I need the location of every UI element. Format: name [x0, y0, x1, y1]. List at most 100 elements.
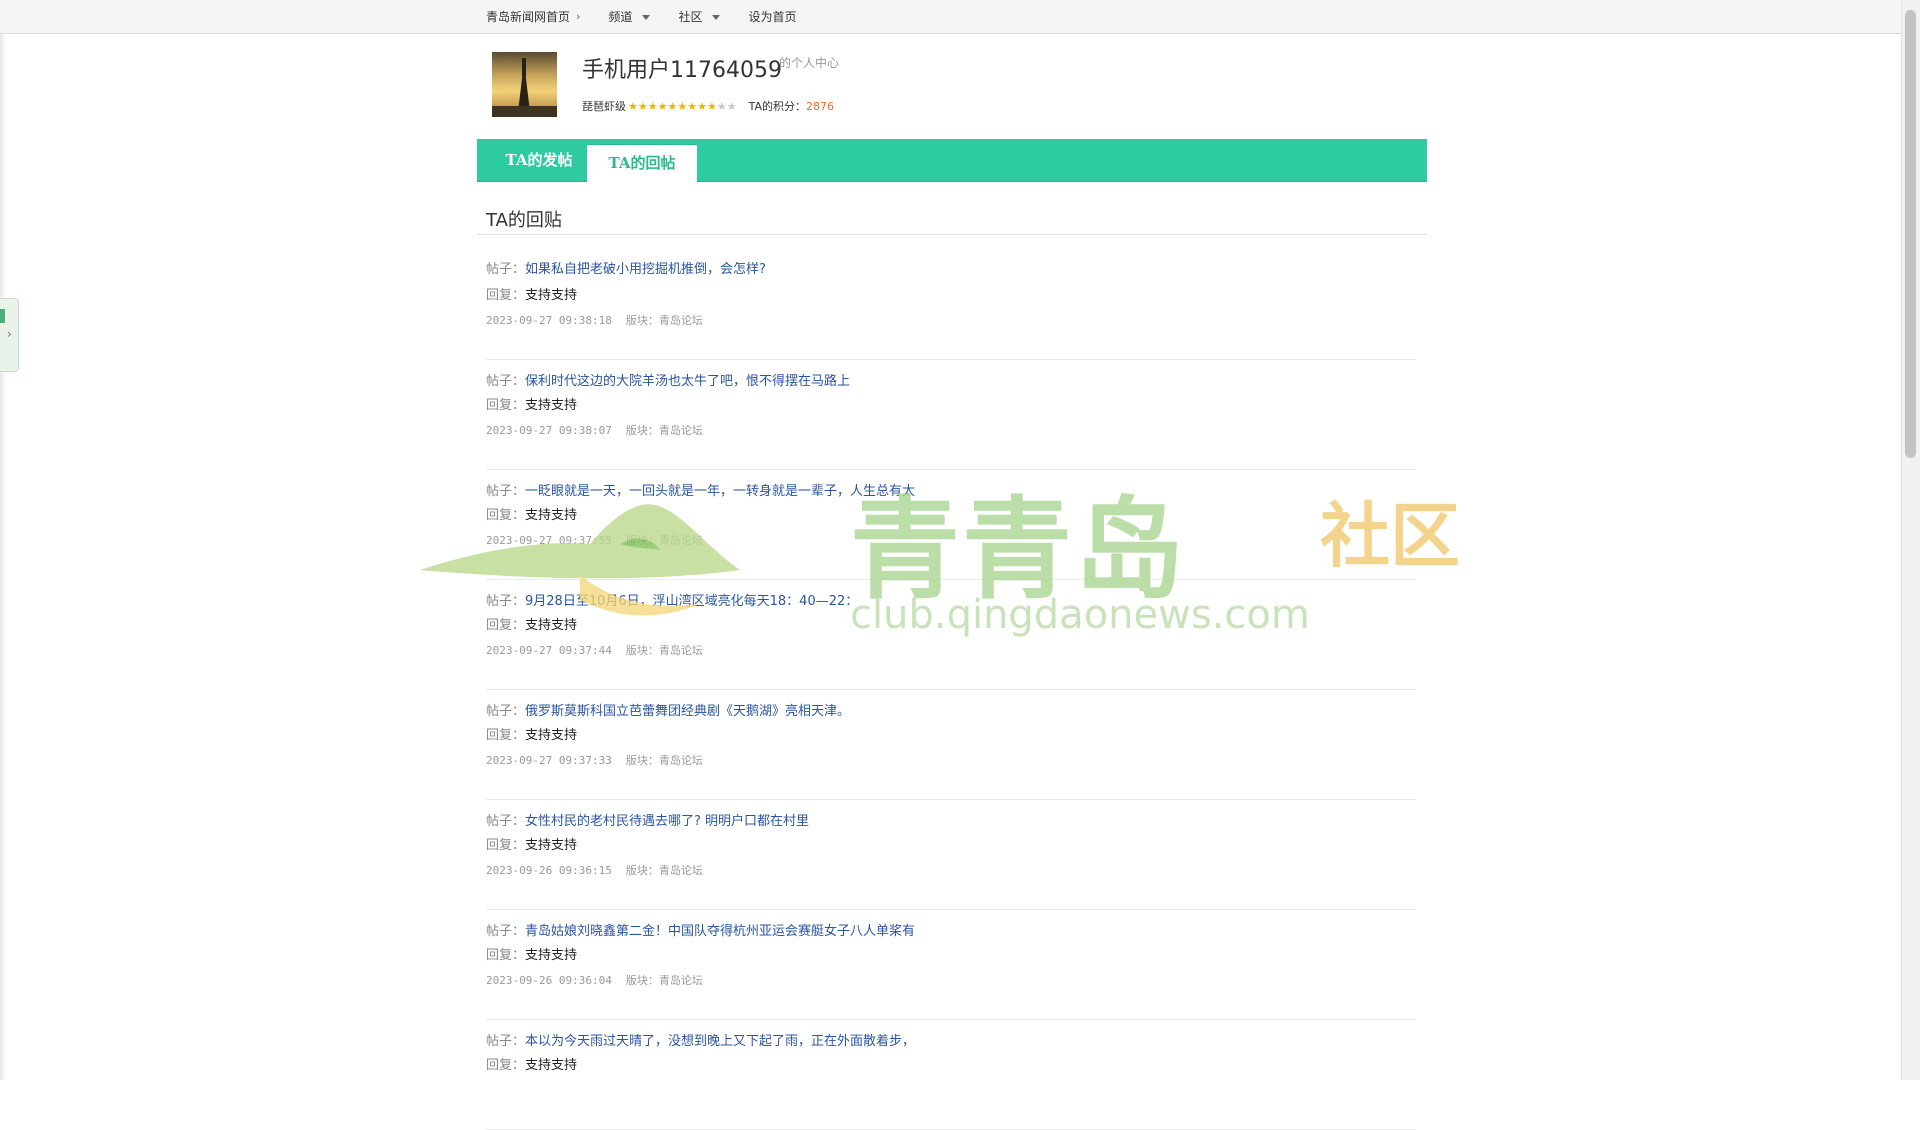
- board-label: 版块：: [625, 314, 659, 327]
- section-title: TA的回贴: [486, 210, 562, 231]
- post-title-link[interactable]: 青岛姑娘刘晓鑫第二金！中国队夺得杭州亚运会赛艇女子八人单桨有: [525, 924, 915, 939]
- board-name[interactable]: 青岛论坛: [659, 974, 703, 987]
- star-icon: ★: [657, 99, 668, 113]
- caret-down-icon: [712, 15, 721, 20]
- board-name[interactable]: 青岛论坛: [659, 424, 703, 437]
- board-label: 版块：: [625, 424, 659, 437]
- reply-line: 回复：支持支持: [486, 944, 577, 963]
- post-label: 帖子：: [486, 704, 526, 719]
- post-line: 帖子：保利时代这边的大院羊汤也太牛了吧，恨不得摆在马路上: [486, 370, 850, 389]
- side-handle-marker: [0, 309, 5, 323]
- level-row: 琵琶虾级 ★ ★ ★ ★ ★ ★ ★ ★ ★ ★ ★ TA的积分： 2876: [582, 98, 834, 114]
- nav-home-link[interactable]: 青岛新闻网首页 ›: [486, 8, 580, 25]
- star-icon: ★: [677, 99, 688, 113]
- star-icon: ★: [716, 99, 727, 113]
- side-panel-toggle[interactable]: ›: [0, 298, 19, 372]
- reply-line: 回复：支持支持: [486, 504, 577, 523]
- reply-item: 帖子：9月28日至10月6日，浮山湾区域亮化每天18：40—22： 回复：支持支持…: [486, 580, 1416, 690]
- reply-line: 回复：支持支持: [486, 284, 577, 303]
- board-name[interactable]: 青岛论坛: [659, 644, 703, 657]
- reply-text: 支持支持: [525, 838, 578, 853]
- post-title-link[interactable]: 一眨眼就是一天，一回头就是一年，一转身就是一辈子，人生总有太: [525, 484, 915, 499]
- post-line: 帖子：如果私自把老破小用挖掘机推倒，会怎样?: [486, 258, 766, 277]
- star-icon: ★: [687, 99, 698, 113]
- post-line: 帖子：俄罗斯莫斯科国立芭蕾舞团经典剧《天鹅湖》亮相天津。: [486, 700, 850, 719]
- avatar[interactable]: [492, 52, 557, 117]
- post-line: 帖子：女性村民的老村民待遇去哪了? 明明户口都在村里: [486, 810, 809, 829]
- reply-text: 支持支持: [525, 1058, 578, 1073]
- tab-bar: TA的发帖 TA的回帖: [477, 139, 1427, 183]
- star-icon: ★: [707, 99, 717, 113]
- reply-item: 帖子：女性村民的老村民待遇去哪了? 明明户口都在村里 回复：支持支持 2023-09…: [486, 800, 1416, 910]
- post-title-link[interactable]: 9月28日至10月6日，浮山湾区域亮化每天18：40—22：: [525, 594, 858, 609]
- meta-line: 2023-09-27 09:37:33 版块：青岛论坛: [486, 752, 703, 768]
- star-icon: ★: [647, 99, 658, 113]
- nav-community-label: 社区: [678, 10, 703, 24]
- post-title-link[interactable]: 如果私自把老破小用挖掘机推倒，会怎样?: [525, 262, 766, 277]
- reply-text: 支持支持: [525, 728, 578, 743]
- tab-posts[interactable]: TA的发帖: [487, 139, 591, 181]
- meta-line: 2023-09-27 09:37:55 版块：青岛论坛: [486, 532, 703, 548]
- reply-item: 帖子：青岛姑娘刘晓鑫第二金！中国队夺得杭州亚运会赛艇女子八人单桨有 回复：支持支持…: [486, 910, 1416, 1020]
- nav-community-dropdown[interactable]: 社区: [678, 8, 721, 25]
- reply-label: 回复：: [486, 1058, 526, 1073]
- reply-time: 2023-09-27 09:38:07: [486, 424, 612, 437]
- reply-item: 帖子：如果私自把老破小用挖掘机推倒，会怎样? 回复：支持支持 2023-09-27 …: [486, 250, 1416, 360]
- scrollbar-thumb[interactable]: [1905, 10, 1916, 458]
- nav-set-home-link[interactable]: 设为首页: [748, 8, 796, 25]
- reply-text: 支持支持: [525, 948, 578, 963]
- caret-down-icon: [642, 15, 651, 20]
- nav-channel-label: 频道: [608, 10, 633, 24]
- star-icon: ★: [637, 99, 648, 113]
- reply-time: 2023-09-27 09:37:55: [486, 534, 612, 547]
- level-stars: ★ ★ ★ ★ ★ ★ ★ ★ ★ ★ ★: [628, 101, 737, 112]
- vertical-scrollbar[interactable]: [1901, 0, 1920, 1080]
- reply-time: 2023-09-26 09:36:04: [486, 974, 612, 987]
- username: 手机用户11764059: [582, 58, 782, 83]
- post-label: 帖子：: [486, 814, 526, 829]
- board-label: 版块：: [625, 644, 659, 657]
- nav-set-home-label: 设为首页: [748, 10, 797, 24]
- reply-item: 帖子：本以为今天雨过天晴了，没想到晚上又下起了雨，正在外面散着步， 回复：支持支持: [486, 1020, 1416, 1130]
- reply-line: 回复：支持支持: [486, 724, 577, 743]
- post-title-link[interactable]: 本以为今天雨过天晴了，没想到晚上又下起了雨，正在外面散着步，: [525, 1034, 915, 1049]
- board-name[interactable]: 青岛论坛: [659, 534, 703, 547]
- reply-label: 回复：: [486, 618, 526, 633]
- reply-label: 回复：: [486, 838, 526, 853]
- star-icon: ★: [628, 99, 638, 113]
- level-label: 琵琶虾级: [582, 100, 626, 113]
- post-title-link[interactable]: 保利时代这边的大院羊汤也太牛了吧，恨不得摆在马路上: [525, 374, 850, 389]
- reply-line: 回复：支持支持: [486, 394, 577, 413]
- post-title-link[interactable]: 俄罗斯莫斯科国立芭蕾舞团经典剧《天鹅湖》亮相天津。: [525, 704, 850, 719]
- score-value: 2876: [806, 99, 835, 113]
- reply-list: 帖子：如果私自把老破小用挖掘机推倒，会怎样? 回复：支持支持 2023-09-27 …: [486, 250, 1416, 1130]
- reply-text: 支持支持: [525, 288, 578, 303]
- post-label: 帖子：: [486, 594, 526, 609]
- post-line: 帖子：9月28日至10月6日，浮山湾区域亮化每天18：40—22：: [486, 590, 858, 609]
- star-icon: ★: [697, 99, 707, 113]
- board-name[interactable]: 青岛论坛: [659, 314, 703, 327]
- reply-item: 帖子：一眨眼就是一天，一回头就是一年，一转身就是一辈子，人生总有太 回复：支持支持…: [486, 470, 1416, 580]
- chevron-right-icon: ›: [7, 327, 12, 341]
- post-label: 帖子：: [486, 262, 526, 277]
- reply-label: 回复：: [486, 948, 526, 963]
- meta-line: 2023-09-27 09:38:18 版块：青岛论坛: [486, 312, 703, 328]
- left-edge: [0, 0, 6, 1080]
- meta-line: 2023-09-26 09:36:04 版块：青岛论坛: [486, 972, 703, 988]
- board-name[interactable]: 青岛论坛: [659, 754, 703, 767]
- personal-center-label: 的个人中心: [779, 56, 840, 70]
- reply-label: 回复：: [486, 288, 526, 303]
- reply-line: 回复：支持支持: [486, 614, 577, 633]
- reply-line: 回复：支持支持: [486, 1054, 577, 1073]
- post-label: 帖子：: [486, 1034, 526, 1049]
- tab-replies[interactable]: TA的回帖: [587, 144, 697, 183]
- nav-channel-dropdown[interactable]: 频道: [608, 8, 651, 25]
- profile-header: 手机用户11764059 的个人中心 琵琶虾级 ★ ★ ★ ★ ★ ★ ★ ★ ★ ★ ★ TA的积…: [486, 50, 1426, 130]
- post-line: 帖子：青岛姑娘刘晓鑫第二金！中国队夺得杭州亚运会赛艇女子八人单桨有: [486, 920, 915, 939]
- board-name[interactable]: 青岛论坛: [659, 864, 703, 877]
- post-title-link[interactable]: 女性村民的老村民待遇去哪了? 明明户口都在村里: [525, 814, 809, 829]
- meta-line: 2023-09-27 09:38:07 版块：青岛论坛: [486, 422, 703, 438]
- reply-item: 帖子：保利时代这边的大院羊汤也太牛了吧，恨不得摆在马路上 回复：支持支持 2023-…: [486, 360, 1416, 470]
- reply-text: 支持支持: [525, 398, 578, 413]
- divider: [477, 234, 1427, 235]
